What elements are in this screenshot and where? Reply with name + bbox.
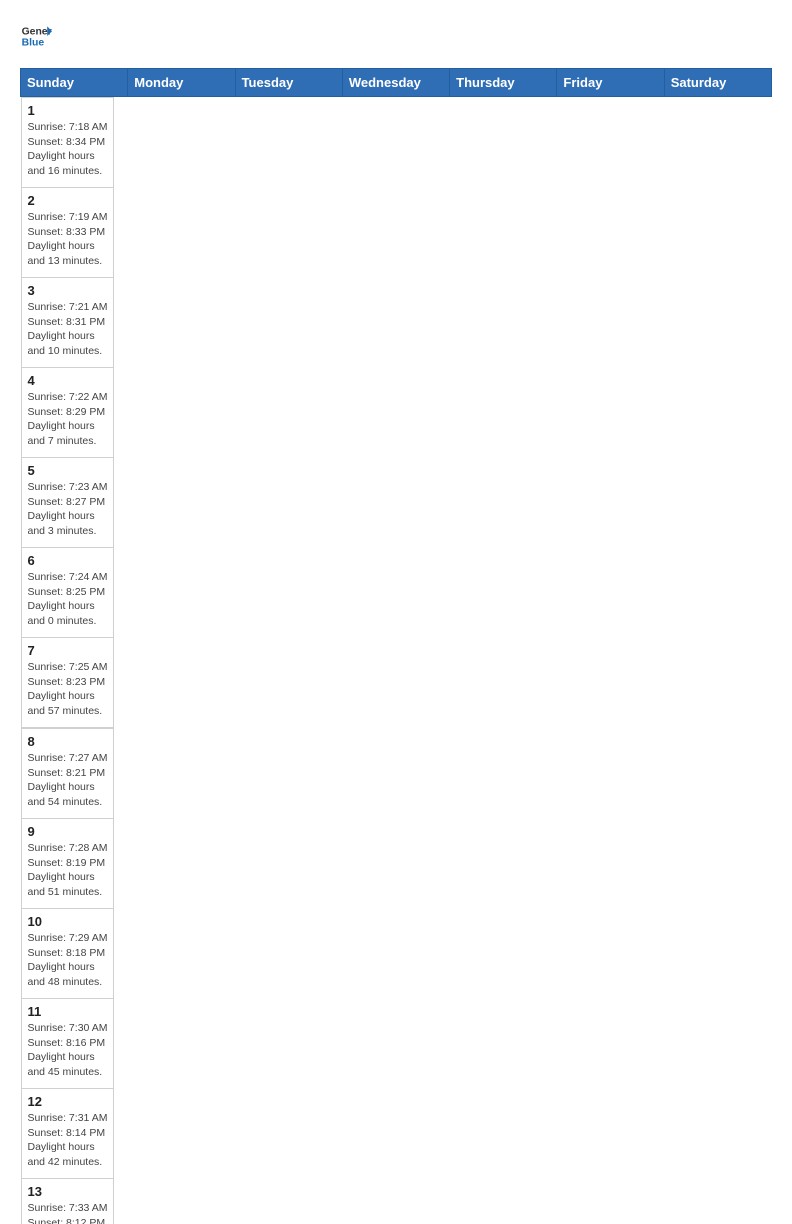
calendar-row: 1 Sunrise: 7:18 AMSunset: 8:34 PMDayligh… (21, 97, 772, 729)
day-number: 2 (28, 193, 108, 208)
weekday-header-row: Sunday Monday Tuesday Wednesday Thursday… (21, 69, 772, 97)
day-cell-3: 3 Sunrise: 7:21 AMSunset: 8:31 PMDayligh… (21, 278, 114, 368)
day-info: Sunrise: 7:28 AMSunset: 8:19 PMDaylight … (28, 841, 108, 900)
day-number: 9 (28, 824, 108, 839)
day-info: Sunrise: 7:18 AMSunset: 8:34 PMDaylight … (28, 120, 108, 179)
calendar-table: Sunday Monday Tuesday Wednesday Thursday… (20, 68, 772, 1224)
day-info: Sunrise: 7:33 AMSunset: 8:12 PMDaylight … (28, 1201, 108, 1224)
day-number: 7 (28, 643, 108, 658)
day-info: Sunrise: 7:31 AMSunset: 8:14 PMDaylight … (28, 1111, 108, 1170)
day-cell-2: 2 Sunrise: 7:19 AMSunset: 8:33 PMDayligh… (21, 188, 114, 278)
day-cell-9: 9 Sunrise: 7:28 AMSunset: 8:19 PMDayligh… (21, 819, 114, 909)
day-cell-11: 11 Sunrise: 7:30 AMSunset: 8:16 PMDaylig… (21, 999, 114, 1089)
day-number: 5 (28, 463, 108, 478)
day-number: 10 (28, 914, 108, 929)
calendar-row: 8 Sunrise: 7:27 AMSunset: 8:21 PMDayligh… (21, 728, 772, 1224)
day-number: 1 (28, 103, 108, 118)
header-tuesday: Tuesday (235, 69, 342, 97)
day-cell-4: 4 Sunrise: 7:22 AMSunset: 8:29 PMDayligh… (21, 368, 114, 458)
header-wednesday: Wednesday (342, 69, 449, 97)
day-info: Sunrise: 7:23 AMSunset: 8:27 PMDaylight … (28, 480, 108, 539)
day-info: Sunrise: 7:30 AMSunset: 8:16 PMDaylight … (28, 1021, 108, 1080)
day-number: 11 (28, 1004, 108, 1019)
day-number: 12 (28, 1094, 108, 1109)
day-info: Sunrise: 7:24 AMSunset: 8:25 PMDaylight … (28, 570, 108, 629)
day-number: 3 (28, 283, 108, 298)
header-monday: Monday (128, 69, 235, 97)
day-number: 4 (28, 373, 108, 388)
day-number: 8 (28, 734, 108, 749)
day-cell-13: 13 Sunrise: 7:33 AMSunset: 8:12 PMDaylig… (21, 1179, 114, 1224)
day-cell-1: 1 Sunrise: 7:18 AMSunset: 8:34 PMDayligh… (21, 98, 114, 188)
day-cell-8: 8 Sunrise: 7:27 AMSunset: 8:21 PMDayligh… (21, 729, 114, 819)
day-cell-7: 7 Sunrise: 7:25 AMSunset: 8:23 PMDayligh… (21, 638, 114, 728)
svg-text:Blue: Blue (22, 38, 45, 49)
day-number: 13 (28, 1184, 108, 1199)
header-saturday: Saturday (664, 69, 771, 97)
day-number: 6 (28, 553, 108, 568)
day-cell-5: 5 Sunrise: 7:23 AMSunset: 8:27 PMDayligh… (21, 458, 114, 548)
header-sunday: Sunday (21, 69, 128, 97)
day-info: Sunrise: 7:25 AMSunset: 8:23 PMDaylight … (28, 660, 108, 719)
header-friday: Friday (557, 69, 664, 97)
day-info: Sunrise: 7:21 AMSunset: 8:31 PMDaylight … (28, 300, 108, 359)
logo-icon: General Blue (20, 20, 52, 52)
day-cell-10: 10 Sunrise: 7:29 AMSunset: 8:18 PMDaylig… (21, 909, 114, 999)
day-info: Sunrise: 7:22 AMSunset: 8:29 PMDaylight … (28, 390, 108, 449)
day-info: Sunrise: 7:27 AMSunset: 8:21 PMDaylight … (28, 751, 108, 810)
day-cell-12: 12 Sunrise: 7:31 AMSunset: 8:14 PMDaylig… (21, 1089, 114, 1179)
day-info: Sunrise: 7:19 AMSunset: 8:33 PMDaylight … (28, 210, 108, 269)
day-cell-6: 6 Sunrise: 7:24 AMSunset: 8:25 PMDayligh… (21, 548, 114, 638)
header-thursday: Thursday (450, 69, 557, 97)
page-header: General Blue (20, 20, 772, 52)
day-info: Sunrise: 7:29 AMSunset: 8:18 PMDaylight … (28, 931, 108, 990)
logo: General Blue (20, 20, 52, 52)
